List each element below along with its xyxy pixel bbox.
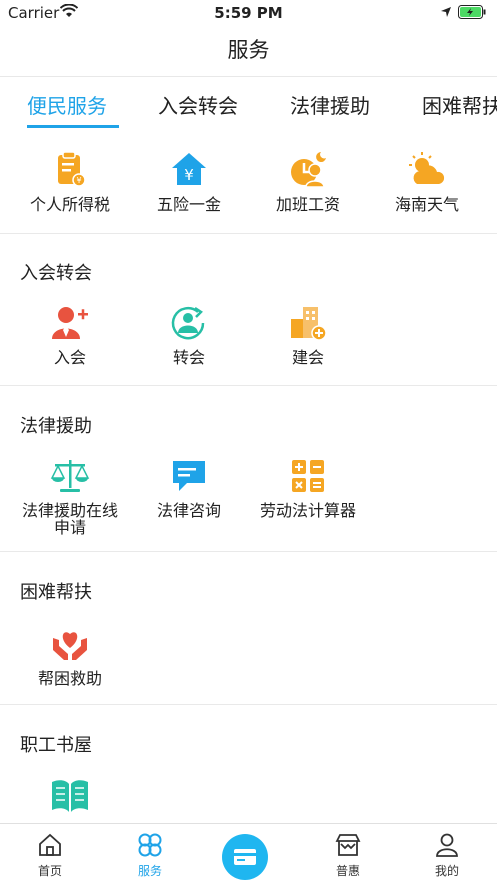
- service-label: 个人所得税: [29, 195, 110, 214]
- calculator-icon: [292, 460, 324, 492]
- section-title-membership: 入会转会: [20, 263, 92, 284]
- overtime-clock-icon: [291, 152, 326, 188]
- tabbar-label: 普惠: [335, 864, 360, 878]
- divider: [0, 385, 497, 386]
- service-overtime-pay[interactable]: 加班工资: [248, 150, 368, 213]
- tabbar-label: 服务: [137, 864, 162, 878]
- service-label: 海南天气: [394, 195, 459, 214]
- tabbar-label: 我的: [434, 864, 459, 878]
- location-arrow-icon: [441, 7, 451, 17]
- tab-legal-aid[interactable]: 法律援助: [290, 90, 370, 119]
- home-icon: [39, 833, 61, 856]
- legal-consultation-button[interactable]: 法律咨询: [129, 456, 249, 519]
- establish-union-button[interactable]: 建会: [248, 303, 368, 366]
- tabbar-card-button[interactable]: [222, 834, 268, 880]
- store-icon: [335, 834, 361, 856]
- svg-text:¥: ¥: [76, 176, 81, 185]
- card-icon: [234, 849, 256, 865]
- service-hainan-weather[interactable]: 海南天气: [367, 150, 487, 213]
- section-title-legal-aid: 法律援助: [20, 416, 92, 437]
- section-title-library: 职工书屋: [20, 735, 92, 756]
- tabbar-home[interactable]: 首页: [10, 832, 90, 879]
- chat-icon: [173, 461, 205, 491]
- divider: [0, 704, 497, 705]
- divider: [0, 233, 497, 234]
- divider: [0, 551, 497, 552]
- membership-label: 建会: [291, 348, 324, 367]
- legal-aid-label: 劳动法计算器: [259, 501, 356, 520]
- tabbar-services[interactable]: 服务: [110, 832, 190, 879]
- heart-hands-icon: [53, 632, 87, 660]
- battery-icon: [458, 5, 486, 19]
- building-add-icon: [291, 307, 327, 341]
- category-tabs: 便民服务 入会转会 法律援助 困难帮扶: [0, 78, 497, 132]
- hardship-relief-button[interactable]: 帮困救助: [10, 624, 130, 687]
- tabbar-benefits[interactable]: 普惠: [308, 832, 388, 879]
- tabbar-label: 首页: [37, 864, 62, 878]
- clover-icon: [138, 833, 162, 857]
- house-yuan-icon: ¥: [172, 153, 206, 185]
- service-social-insurance[interactable]: ¥ 五险一金: [129, 150, 249, 213]
- join-union-button[interactable]: 入会: [10, 303, 130, 366]
- legal-aid-label: 法律援助在线申请: [21, 501, 118, 537]
- svg-text:¥: ¥: [184, 166, 194, 184]
- page-title: 服务: [227, 38, 270, 62]
- transfer-user-icon: [171, 306, 205, 340]
- tabbar-mine[interactable]: 我的: [407, 832, 487, 879]
- clock: 5:59 PM: [214, 4, 283, 22]
- tab-hardship[interactable]: 困难帮扶: [422, 90, 497, 119]
- status-bar: Carrier 5:59 PM: [0, 0, 497, 26]
- weather-icon: [409, 152, 445, 184]
- hardship-label: 帮困救助: [37, 669, 102, 688]
- section-title-hardship: 困难帮扶: [20, 582, 92, 603]
- active-tab-indicator: [27, 125, 119, 128]
- service-income-tax[interactable]: ¥ 个人所得税: [10, 150, 130, 213]
- nav-bar: 服务: [0, 26, 497, 77]
- book-icon: [52, 780, 88, 812]
- library-item[interactable]: [10, 776, 130, 816]
- user-icon: [436, 833, 458, 857]
- legal-aid-label: 法律咨询: [156, 501, 221, 520]
- tax-receipt-icon: ¥: [58, 151, 86, 187]
- add-user-icon: [52, 307, 88, 339]
- labor-law-calculator-button[interactable]: 劳动法计算器: [248, 456, 368, 519]
- membership-label: 转会: [172, 348, 205, 367]
- service-label: 五险一金: [156, 195, 221, 214]
- scales-icon: [50, 460, 90, 492]
- membership-label: 入会: [53, 348, 86, 367]
- tab-convenience[interactable]: 便民服务: [27, 90, 107, 119]
- service-label: 加班工资: [275, 195, 340, 214]
- tab-membership[interactable]: 入会转会: [158, 90, 238, 119]
- legal-aid-online-application[interactable]: 法律援助在线申请: [10, 456, 130, 536]
- transfer-membership-button[interactable]: 转会: [129, 303, 249, 366]
